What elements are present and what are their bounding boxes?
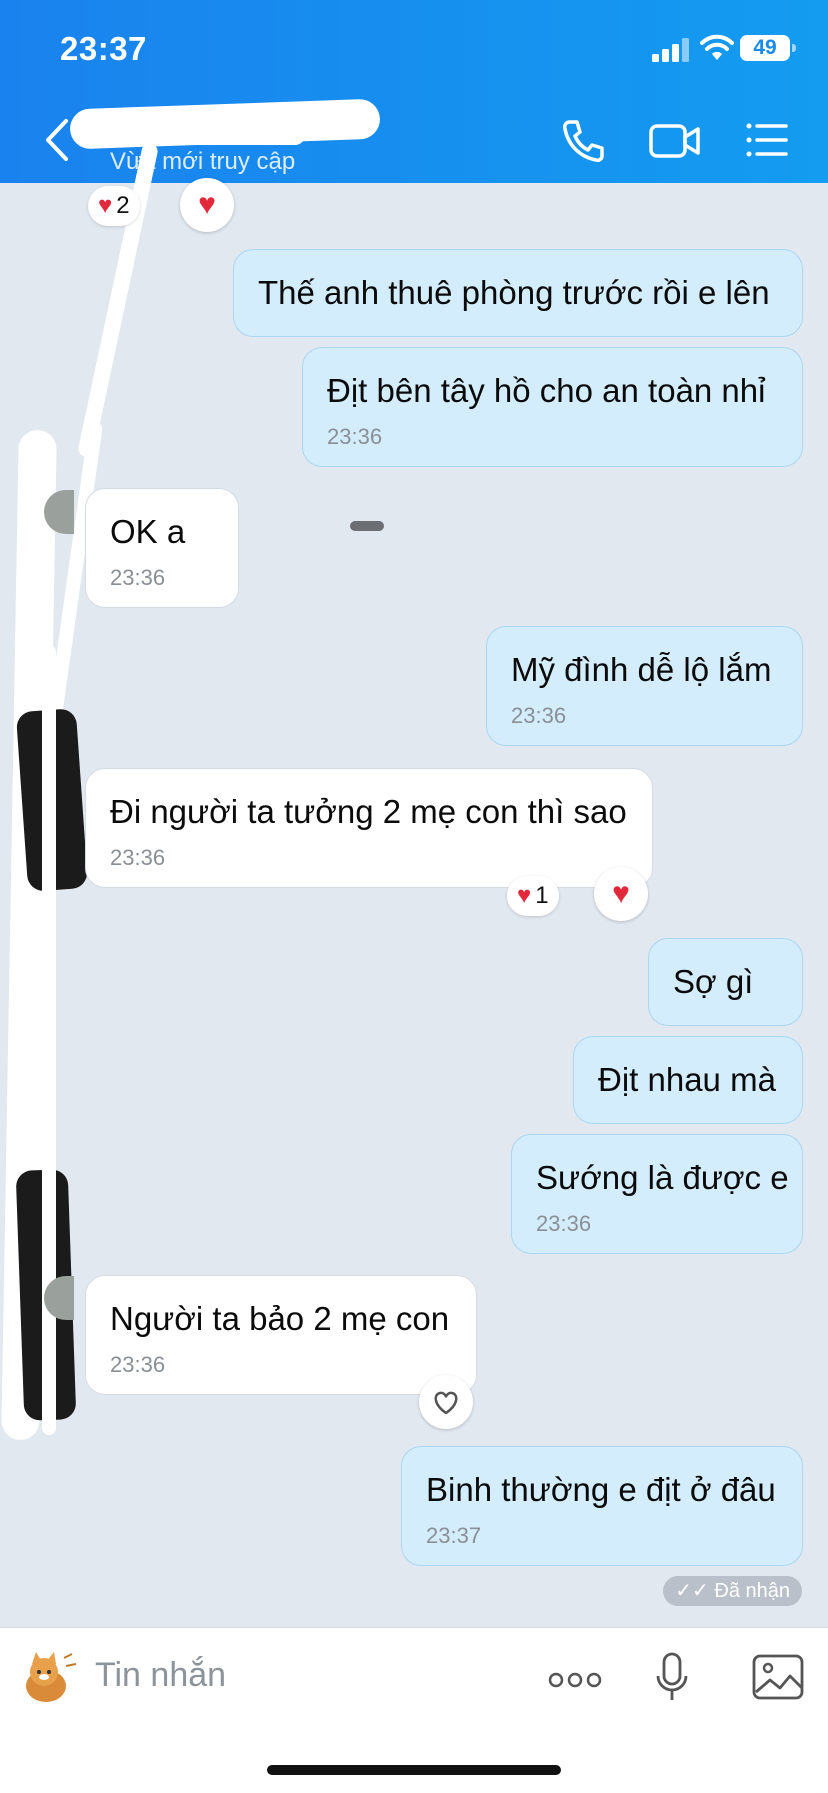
message-bubble-outgoing[interactable]: Binh thường e địt ở đâu 23:37	[401, 1446, 803, 1566]
wifi-icon	[700, 34, 734, 60]
message-text: Sợ gì	[673, 963, 754, 1000]
message-text: Địt bên tây hồ cho an toàn nhỉ	[327, 372, 766, 409]
message-time: 23:36	[110, 1352, 166, 1377]
battery-indicator: 49	[740, 35, 796, 61]
add-reaction-button[interactable]	[419, 1375, 473, 1429]
typing-indicator	[350, 521, 384, 531]
heart-icon: ♥	[98, 192, 113, 219]
message-bubble-outgoing[interactable]: Địt nhau mà	[573, 1036, 803, 1124]
message-text: Địt nhau mà	[598, 1061, 776, 1098]
message-text: Sướng là được e	[536, 1159, 789, 1196]
phone-icon[interactable]	[560, 118, 606, 164]
message-text: Đi người ta tưởng 2 mẹ con thì sao	[110, 793, 627, 830]
reaction-count[interactable]: ♥ 1	[507, 876, 559, 916]
heart-icon: ♥	[198, 188, 216, 221]
heart-outline-icon	[434, 1391, 458, 1415]
message-bubble-incoming[interactable]: Đi người ta tưởng 2 mẹ con thì sao 23:36	[85, 768, 653, 888]
menu-list-icon[interactable]	[744, 120, 790, 160]
message-bubble-outgoing[interactable]: Sợ gì	[648, 938, 803, 1026]
cellular-signal-icon	[652, 38, 689, 62]
message-time: 23:36	[327, 424, 383, 449]
reaction-count[interactable]: ♥ 2	[88, 186, 140, 226]
status-time: 23:37	[60, 30, 147, 67]
delivery-status-text: Đã nhận	[714, 1580, 790, 1602]
message-text: OK a	[110, 513, 186, 550]
home-indicator[interactable]	[267, 1765, 561, 1775]
message-time: 23:36	[536, 1211, 592, 1236]
heart-reaction-button[interactable]: ♥	[594, 867, 648, 921]
heart-icon: ♥	[612, 877, 630, 910]
message-time: 23:37	[426, 1523, 482, 1548]
message-time: 23:36	[110, 565, 166, 590]
message-text: Người ta bảo 2 mẹ con	[110, 1300, 450, 1337]
reaction-count-value: 2	[116, 192, 130, 219]
more-dots-icon[interactable]	[548, 1670, 602, 1690]
message-text: Mỹ đình dễ lộ lắm	[511, 651, 772, 688]
message-bubble-incoming[interactable]: OK a 23:36	[85, 488, 239, 608]
sticker-icon[interactable]	[16, 1648, 80, 1712]
message-input[interactable]: Tin nhắn	[95, 1656, 226, 1695]
heart-icon: ♥	[517, 882, 532, 909]
message-bubble-outgoing[interactable]: Địt bên tây hồ cho an toàn nhỉ 23:36	[302, 347, 803, 467]
chat-header: 23:37 49 Vừa mới truy cập	[0, 0, 828, 183]
double-check-icon: ✓✓	[675, 1580, 709, 1602]
message-text: Thế anh thuê phòng trước rồi e lên	[258, 274, 770, 311]
delivery-status-badge: ✓✓ Đã nhận	[663, 1576, 802, 1606]
message-bubble-outgoing[interactable]: Mỹ đình dễ lộ lắm 23:36	[486, 626, 803, 746]
image-icon[interactable]	[752, 1654, 804, 1700]
message-bubble-outgoing[interactable]: Thế anh thuê phòng trước rồi e lên	[233, 249, 803, 337]
reaction-count-value: 1	[535, 882, 549, 909]
message-time: 23:36	[110, 845, 166, 870]
redaction-scribble	[100, 125, 305, 145]
video-camera-icon[interactable]	[648, 118, 702, 164]
message-bubble-outgoing[interactable]: Sướng là được e 23:36	[511, 1134, 803, 1254]
message-time: 23:36	[511, 703, 567, 728]
message-text: Binh thường e địt ở đâu	[426, 1471, 776, 1508]
microphone-icon[interactable]	[655, 1652, 689, 1704]
heart-reaction-button[interactable]: ♥	[180, 178, 234, 232]
